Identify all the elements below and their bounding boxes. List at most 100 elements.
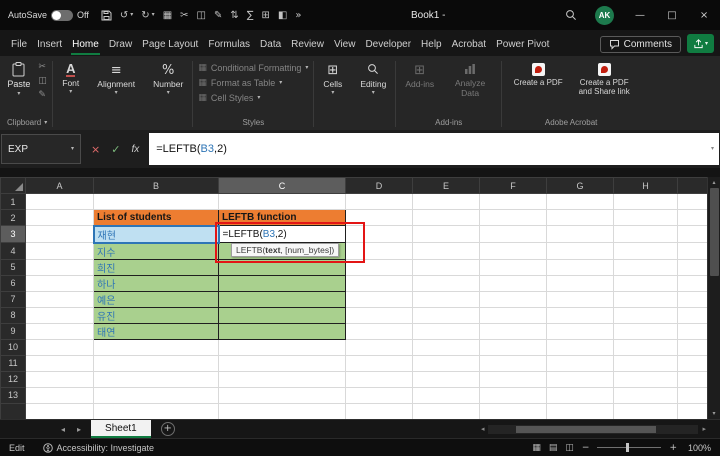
- font-group-button[interactable]: A Font ▾: [58, 60, 83, 95]
- cell[interactable]: [219, 194, 346, 210]
- cut-button[interactable]: ✂: [38, 62, 47, 72]
- tab-formulas[interactable]: Formulas: [203, 34, 255, 56]
- zoom-out-button[interactable]: −: [582, 443, 590, 453]
- row-header[interactable]: [1, 403, 26, 419]
- zoom-level[interactable]: 100%: [685, 443, 711, 453]
- share-button[interactable]: ▾: [687, 34, 714, 53]
- cell[interactable]: [219, 371, 346, 387]
- cell[interactable]: [413, 355, 480, 371]
- cell[interactable]: [547, 323, 614, 339]
- format-painter-button[interactable]: ✎: [38, 90, 47, 100]
- cell-b3-referenced[interactable]: 재현: [94, 226, 219, 243]
- horizontal-scrollbar[interactable]: ◂ ▸: [481, 425, 720, 434]
- scroll-down-icon[interactable]: ▾: [712, 408, 715, 419]
- tab-developer[interactable]: Developer: [360, 34, 416, 56]
- zoom-slider[interactable]: [597, 447, 661, 448]
- cell-b5-student[interactable]: 희진: [94, 259, 219, 275]
- qat-autosum-button[interactable]: ∑: [247, 10, 254, 21]
- insert-function-button[interactable]: fx: [131, 144, 139, 155]
- qat-fill-button[interactable]: ◧: [278, 10, 287, 21]
- formula-input[interactable]: =LEFTB(B3,2) ▾: [149, 133, 719, 165]
- column-header-a[interactable]: A: [26, 178, 94, 194]
- cell[interactable]: [413, 291, 480, 307]
- cell[interactable]: [480, 323, 547, 339]
- cell-c9[interactable]: [219, 323, 346, 339]
- cell[interactable]: [346, 259, 413, 275]
- cell-c6[interactable]: [219, 275, 346, 291]
- cell[interactable]: [346, 371, 413, 387]
- cell[interactable]: [614, 210, 678, 226]
- cell[interactable]: [480, 371, 547, 387]
- qat-cut-button[interactable]: ✂: [180, 10, 188, 21]
- cell[interactable]: [480, 194, 547, 210]
- cell[interactable]: [94, 339, 219, 355]
- hscroll-right-icon[interactable]: ▸: [702, 425, 706, 433]
- column-header-c[interactable]: C: [219, 178, 346, 194]
- qat-edit-button[interactable]: ✎: [214, 10, 222, 21]
- cell[interactable]: [480, 307, 547, 323]
- cell-b2-title[interactable]: List of students: [94, 210, 219, 226]
- maximize-button[interactable]: □: [656, 0, 688, 30]
- cell[interactable]: [547, 387, 614, 403]
- column-header-d[interactable]: D: [346, 178, 413, 194]
- row-header[interactable]: 6: [1, 275, 26, 291]
- cell[interactable]: [413, 259, 480, 275]
- cell[interactable]: [547, 403, 614, 419]
- horizontal-scrollbar-thumb[interactable]: [516, 426, 656, 433]
- row-header[interactable]: 10: [1, 339, 26, 355]
- tab-draw[interactable]: Draw: [104, 34, 137, 56]
- number-group-button[interactable]: % Number ▾: [149, 60, 187, 96]
- copy-button[interactable]: ◫: [38, 76, 47, 86]
- cell-c8[interactable]: [219, 307, 346, 323]
- cell[interactable]: [413, 226, 480, 243]
- tab-power-pivot[interactable]: Power Pivot: [491, 34, 554, 56]
- avatar[interactable]: AK: [595, 6, 614, 25]
- undo-button[interactable]: ↺▾: [120, 10, 133, 21]
- cell[interactable]: [26, 307, 94, 323]
- tab-data[interactable]: Data: [255, 34, 286, 56]
- cell[interactable]: [346, 387, 413, 403]
- cell[interactable]: [26, 275, 94, 291]
- tab-insert[interactable]: Insert: [32, 34, 67, 56]
- row-header[interactable]: 2: [1, 210, 26, 226]
- cell[interactable]: [94, 371, 219, 387]
- cell[interactable]: [614, 243, 678, 260]
- qat-sort-button[interactable]: ⇅: [230, 10, 238, 21]
- cell[interactable]: [219, 403, 346, 419]
- cell[interactable]: [346, 226, 413, 243]
- page-break-view-button[interactable]: ◫: [565, 443, 574, 453]
- cell[interactable]: [94, 355, 219, 371]
- cell[interactable]: [614, 355, 678, 371]
- cell[interactable]: [26, 339, 94, 355]
- format-as-table-button[interactable]: ▦ Format as Table ▾: [198, 75, 282, 90]
- cell[interactable]: [480, 275, 547, 291]
- cell[interactable]: [547, 339, 614, 355]
- tab-page-layout[interactable]: Page Layout: [137, 34, 203, 56]
- tab-file[interactable]: File: [6, 34, 32, 56]
- column-header-e[interactable]: E: [413, 178, 480, 194]
- column-header-h[interactable]: H: [614, 178, 678, 194]
- cells-group-button[interactable]: ⊞ Cells ▾: [319, 60, 346, 96]
- column-header-g[interactable]: G: [547, 178, 614, 194]
- cell[interactable]: [547, 210, 614, 226]
- select-all-corner[interactable]: [1, 178, 26, 194]
- cell[interactable]: [26, 371, 94, 387]
- autosave-switch[interactable]: [51, 10, 73, 21]
- sheet-tab-sheet1[interactable]: Sheet1: [91, 420, 151, 438]
- tab-help[interactable]: Help: [416, 34, 447, 56]
- cell[interactable]: [480, 355, 547, 371]
- scroll-up-icon[interactable]: ▴: [712, 177, 715, 188]
- zoom-slider-thumb[interactable]: [626, 443, 629, 452]
- cell[interactable]: [219, 387, 346, 403]
- accessibility-checker[interactable]: Accessibility: Investigate: [43, 443, 155, 453]
- row-header[interactable]: 11: [1, 355, 26, 371]
- cell[interactable]: [547, 194, 614, 210]
- cell-c3-formula-edit[interactable]: =LEFTB(B3,2): [219, 226, 346, 243]
- search-button[interactable]: [555, 0, 587, 30]
- cell[interactable]: [614, 275, 678, 291]
- redo-button[interactable]: ↻▾: [141, 10, 154, 21]
- alignment-group-button[interactable]: ≡ Alignment ▾: [93, 60, 139, 96]
- cell[interactable]: [346, 210, 413, 226]
- cell[interactable]: [26, 291, 94, 307]
- cell[interactable]: [346, 339, 413, 355]
